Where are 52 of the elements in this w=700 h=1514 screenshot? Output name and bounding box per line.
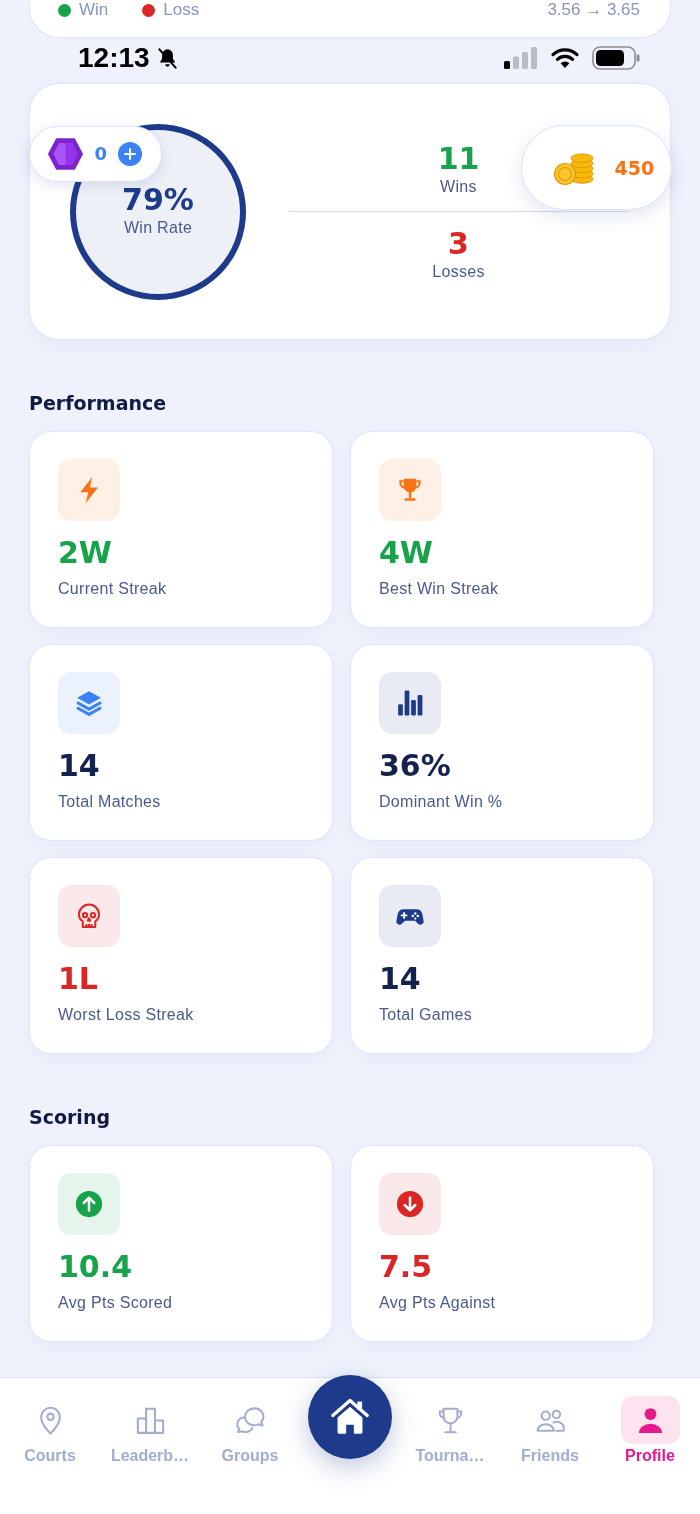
stat-value: 3	[448, 226, 469, 263]
arrow-down-icon	[379, 1173, 441, 1235]
nav-tab[interactable]: Groups	[220, 1396, 280, 1466]
bar-chart-icon	[379, 672, 441, 734]
card-label: Total Games	[379, 1005, 473, 1025]
home-button[interactable]	[308, 1375, 392, 1459]
gem-count: 0	[94, 143, 108, 165]
gem-icon	[46, 137, 84, 171]
card-value: 10.4	[58, 1249, 133, 1285]
status-time: 12:13	[78, 42, 150, 74]
card-label: Best Win Streak	[379, 579, 499, 599]
coin-count: 450	[614, 155, 655, 180]
nav-tab[interactable]: Profile	[620, 1396, 680, 1466]
add-button[interactable]	[118, 142, 143, 166]
nav-tab[interactable]: Leaderb…	[110, 1396, 190, 1466]
card-label: Avg Pts Scored	[58, 1293, 173, 1313]
win-rate-label: Win Rate	[123, 217, 193, 238]
arrow-up-icon	[58, 1173, 120, 1235]
card-value: 2W	[58, 535, 112, 571]
card-value: 4W	[379, 535, 433, 571]
nav-tab[interactable]: Friends	[520, 1396, 580, 1466]
battery-icon	[592, 46, 640, 70]
legend-label: Win	[79, 0, 109, 20]
nav-tab[interactable]: Courts	[20, 1396, 80, 1466]
legend-label: Loss	[163, 0, 200, 20]
card-label: Current Streak	[58, 579, 167, 599]
skull-icon	[58, 885, 120, 947]
stat-label: Losses	[432, 262, 485, 283]
person-icon	[620, 1396, 680, 1444]
plus-icon	[124, 148, 137, 160]
card-value: 7.5	[379, 1249, 433, 1285]
card-label: Dominant Win %	[379, 792, 503, 812]
nav-tab[interactable]: Tourna…	[415, 1396, 485, 1466]
rating-change: 3.56 → 3.65	[547, 0, 640, 20]
win-rate-value: 79%	[122, 181, 194, 218]
section-title: Scoring	[29, 1105, 110, 1129]
trophy-icon	[379, 459, 441, 521]
signal-icon	[504, 47, 538, 69]
wifi-icon	[550, 47, 580, 69]
card-value: 14	[379, 961, 421, 997]
card-label: Worst Loss Streak	[58, 1005, 194, 1025]
card-value: 36%	[379, 748, 451, 784]
card-label: Avg Pts Against	[379, 1293, 496, 1313]
card-value: 1L	[58, 961, 98, 997]
gamepad-icon	[379, 885, 441, 947]
layers-icon	[58, 672, 120, 734]
section-title: Performance	[29, 391, 167, 415]
stat-label: Wins	[440, 176, 477, 197]
card-value: 14	[58, 748, 100, 784]
lightning-bolt-icon	[58, 459, 120, 521]
card-label: Total Matches	[58, 792, 161, 812]
stat-value: 11	[437, 140, 480, 177]
